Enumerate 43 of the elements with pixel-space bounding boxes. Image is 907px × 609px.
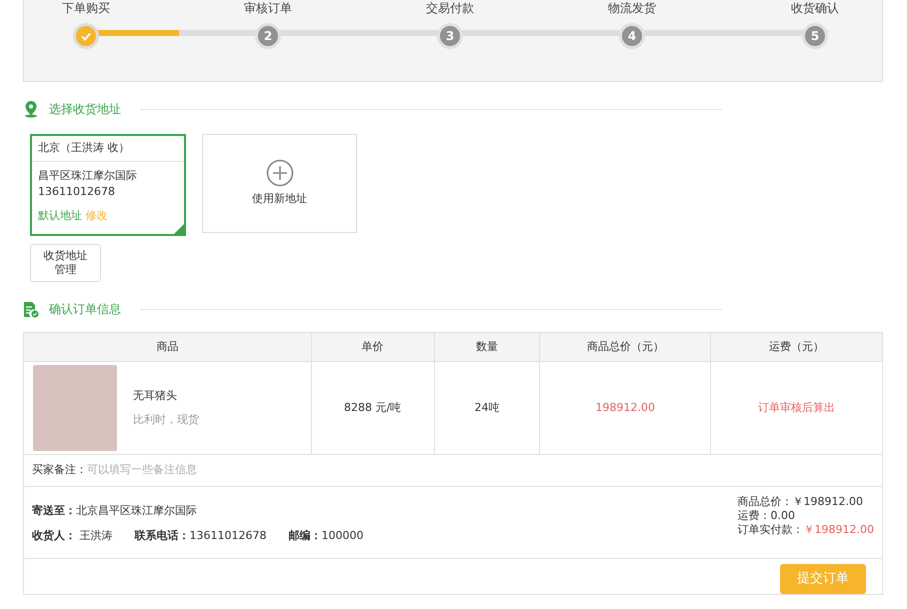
step-label: 物流发货: [607, 0, 657, 16]
step-number: 2: [255, 23, 281, 49]
address-street: 昌平区珠江摩尔国际: [38, 168, 138, 184]
step-label: 审核订单: [243, 0, 293, 16]
step-number: 3: [437, 23, 463, 49]
goods-total-text: 商品总价：￥198912.00: [738, 495, 864, 509]
column-header: 商品总价（元）: [540, 332, 711, 362]
zip-text: 邮编：100000: [288, 528, 364, 544]
table-cell: 8288 元/吨: [311, 362, 434, 454]
address-manage-button[interactable]: 收货地址管理: [30, 244, 101, 282]
receiver-text: 收货人： 王洪涛: [32, 528, 112, 544]
product-name: 无耳猪头: [133, 388, 178, 404]
phone-text: 联系电话：13611012678: [134, 528, 266, 544]
default-address-label: 默认地址: [38, 208, 82, 222]
paid-amount: ￥198912.00: [804, 523, 874, 536]
shipping-fee-text: 运费：0.00: [738, 509, 796, 523]
step-label: 交易付款: [425, 0, 475, 16]
column-header: 数量: [434, 332, 540, 362]
table-cell: 订单审核后算出: [710, 362, 882, 454]
product-note: 比利时，现货: [133, 412, 199, 428]
address-phone: 13611012678: [38, 184, 116, 200]
address-card[interactable]: 北京（王洪涛 收） 昌平区珠江摩尔国际 13611012678 默认地址 修改: [30, 134, 186, 236]
table-cell: 198912.00: [540, 362, 711, 454]
location-pin-icon: [23, 100, 39, 118]
new-address-card[interactable]: 使用新地址: [202, 134, 357, 233]
step-label: 收货确认: [790, 0, 840, 16]
new-address-label: 使用新地址: [252, 191, 307, 208]
selected-corner-icon: [174, 224, 184, 234]
column-header: 商品: [24, 332, 312, 362]
document-check-icon: [23, 300, 39, 318]
ship-to-text: 寄送至：北京昌平区珠江摩尔国际: [32, 503, 198, 519]
column-header: 单价: [311, 332, 434, 362]
step-label: 下单购买: [61, 0, 111, 16]
step-number: 5: [802, 23, 828, 49]
section-title: 确认订单信息: [49, 301, 121, 318]
column-header: 运费（元）: [710, 332, 882, 362]
plus-icon: [266, 159, 294, 188]
step-number: 4: [619, 23, 645, 49]
paid-label: 订单实付款：: [738, 523, 804, 536]
table-cell: 24吨: [434, 362, 540, 454]
address-title: 北京（王洪涛 收）: [32, 136, 184, 162]
remark-label: 买家备注：: [32, 462, 87, 478]
section-title: 选择收货地址: [49, 101, 121, 118]
